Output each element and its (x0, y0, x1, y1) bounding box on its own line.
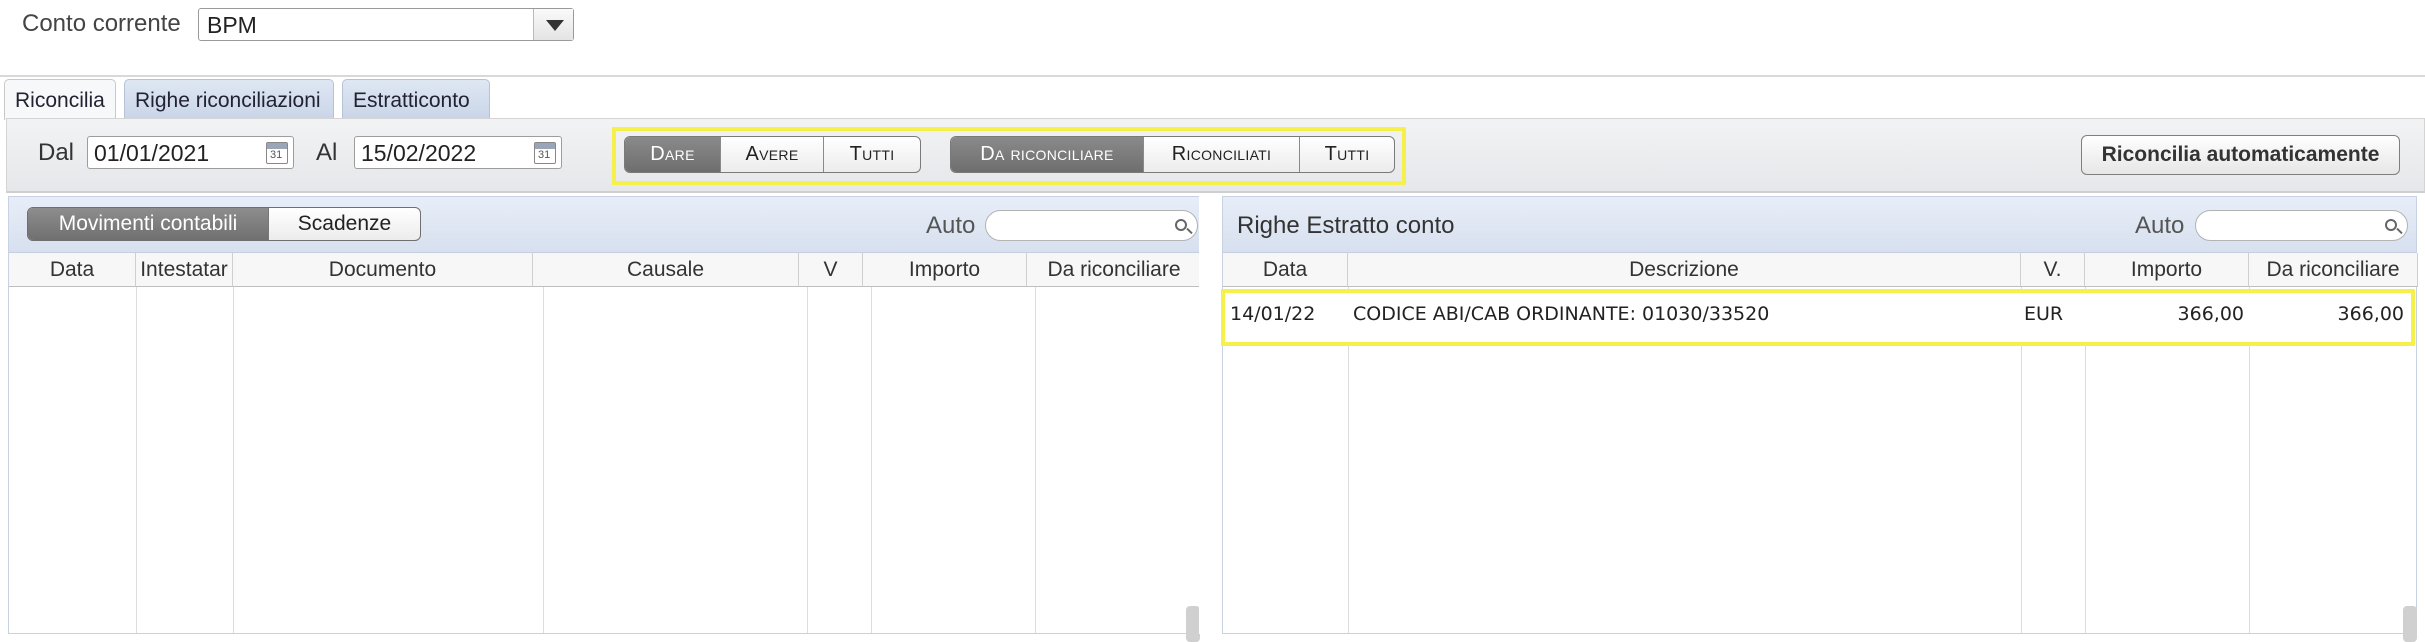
row-data-cell: 14/01/22 (1230, 303, 1316, 325)
col-header-importo[interactable]: Importo (863, 253, 1027, 287)
column-divider (1035, 287, 1036, 633)
left-auto-label: Auto (926, 212, 976, 239)
status-da-riconciliare-button[interactable]: Da riconciliare (951, 137, 1144, 172)
left-scrollbar[interactable] (1186, 606, 1200, 642)
column-divider (233, 287, 234, 633)
tab-riconcilia[interactable]: Riconcilia (4, 79, 116, 120)
account-select[interactable]: BPM (198, 8, 574, 41)
panel-splitter[interactable] (1199, 196, 1221, 634)
calendar-icon[interactable] (266, 142, 288, 164)
from-date-input[interactable]: 01/01/2021 (87, 136, 294, 169)
account-row: Conto corrente BPM (0, 0, 2425, 77)
tab-estratticonto[interactable]: Estratticonto (342, 79, 490, 119)
status-tutti-button[interactable]: Tutti (1300, 137, 1394, 172)
direction-dare-button[interactable]: Dare (625, 137, 721, 172)
right-panel-header: Righe Estratto conto Auto (1223, 197, 2416, 253)
status-segmented-control: Da riconciliare Riconciliati Tutti (950, 136, 1395, 173)
bank-statement-panel: Righe Estratto conto Auto Data Descrizio… (1222, 196, 2418, 634)
col-header-causale[interactable]: Causale (533, 253, 799, 287)
right-scrollbar[interactable] (2403, 606, 2417, 642)
col-header-data[interactable]: Data (9, 253, 136, 287)
direction-avere-button[interactable]: Avere (721, 137, 824, 172)
search-icon (1175, 219, 1187, 231)
column-divider (807, 287, 808, 633)
to-label: Al (316, 139, 338, 166)
col-header-documento[interactable]: Documento (233, 253, 533, 287)
column-divider (871, 287, 872, 633)
col-header-descrizione[interactable]: Descrizione (1348, 253, 2021, 287)
col-header-valuta[interactable]: V. (2021, 253, 2085, 287)
column-divider (136, 287, 137, 633)
col-header-da-riconciliare[interactable]: Da riconciliare (2249, 253, 2418, 287)
col-header-da-riconciliare[interactable]: Da riconciliare (1027, 253, 1202, 287)
column-divider (543, 287, 544, 633)
row-importo-cell: 366,00 (2177, 303, 2244, 325)
subtab-scadenze[interactable]: Scadenze (269, 208, 420, 240)
col-header-importo[interactable]: Importo (2085, 253, 2249, 287)
right-panel-title: Righe Estratto conto (1237, 212, 1455, 239)
tab-righe-riconciliazioni[interactable]: Righe riconciliazioni (124, 79, 334, 119)
accounting-movements-panel: Movimenti contabili Scadenze Auto Data I… (8, 196, 1202, 634)
auto-reconcile-button[interactable]: Riconcilia automaticamente (2081, 135, 2400, 175)
from-label: Dal (38, 139, 75, 166)
from-date-value: 01/01/2021 (94, 140, 210, 166)
subtab-movimenti-contabili[interactable]: Movimenti contabili (28, 208, 269, 240)
search-icon (2385, 219, 2397, 231)
row-da-riconciliare-cell: 366,00 (2337, 303, 2404, 325)
main-tabs: Riconcilia Righe riconciliazioni Estratt… (0, 79, 2425, 120)
right-auto-label: Auto (2135, 212, 2185, 239)
direction-tutti-button[interactable]: Tutti (824, 137, 920, 172)
status-riconciliati-button[interactable]: Riconciliati (1144, 137, 1300, 172)
row-valuta-cell: EUR (2024, 303, 2064, 325)
account-select-value: BPM (207, 12, 257, 38)
col-header-v[interactable]: V (799, 253, 863, 287)
col-header-intestatario[interactable]: Intestatar (136, 253, 233, 287)
row-descrizione-cell: CODICE ABI/CAB ORDINANTE: 01030/33520 (1353, 303, 1770, 325)
account-label: Conto corrente (22, 10, 181, 37)
to-date-input[interactable]: 15/02/2022 (354, 136, 562, 169)
to-date-value: 15/02/2022 (361, 140, 477, 166)
left-subtabs: Movimenti contabili Scadenze (27, 207, 421, 241)
calendar-icon[interactable] (534, 142, 556, 164)
chevron-down-icon[interactable] (533, 9, 573, 40)
left-panel-header: Movimenti contabili Scadenze Auto (9, 197, 1200, 253)
left-search-input[interactable] (985, 210, 1198, 241)
col-header-data[interactable]: Data (1223, 253, 1348, 287)
right-search-input[interactable] (2195, 210, 2408, 241)
direction-segmented-control: Dare Avere Tutti (624, 136, 921, 173)
